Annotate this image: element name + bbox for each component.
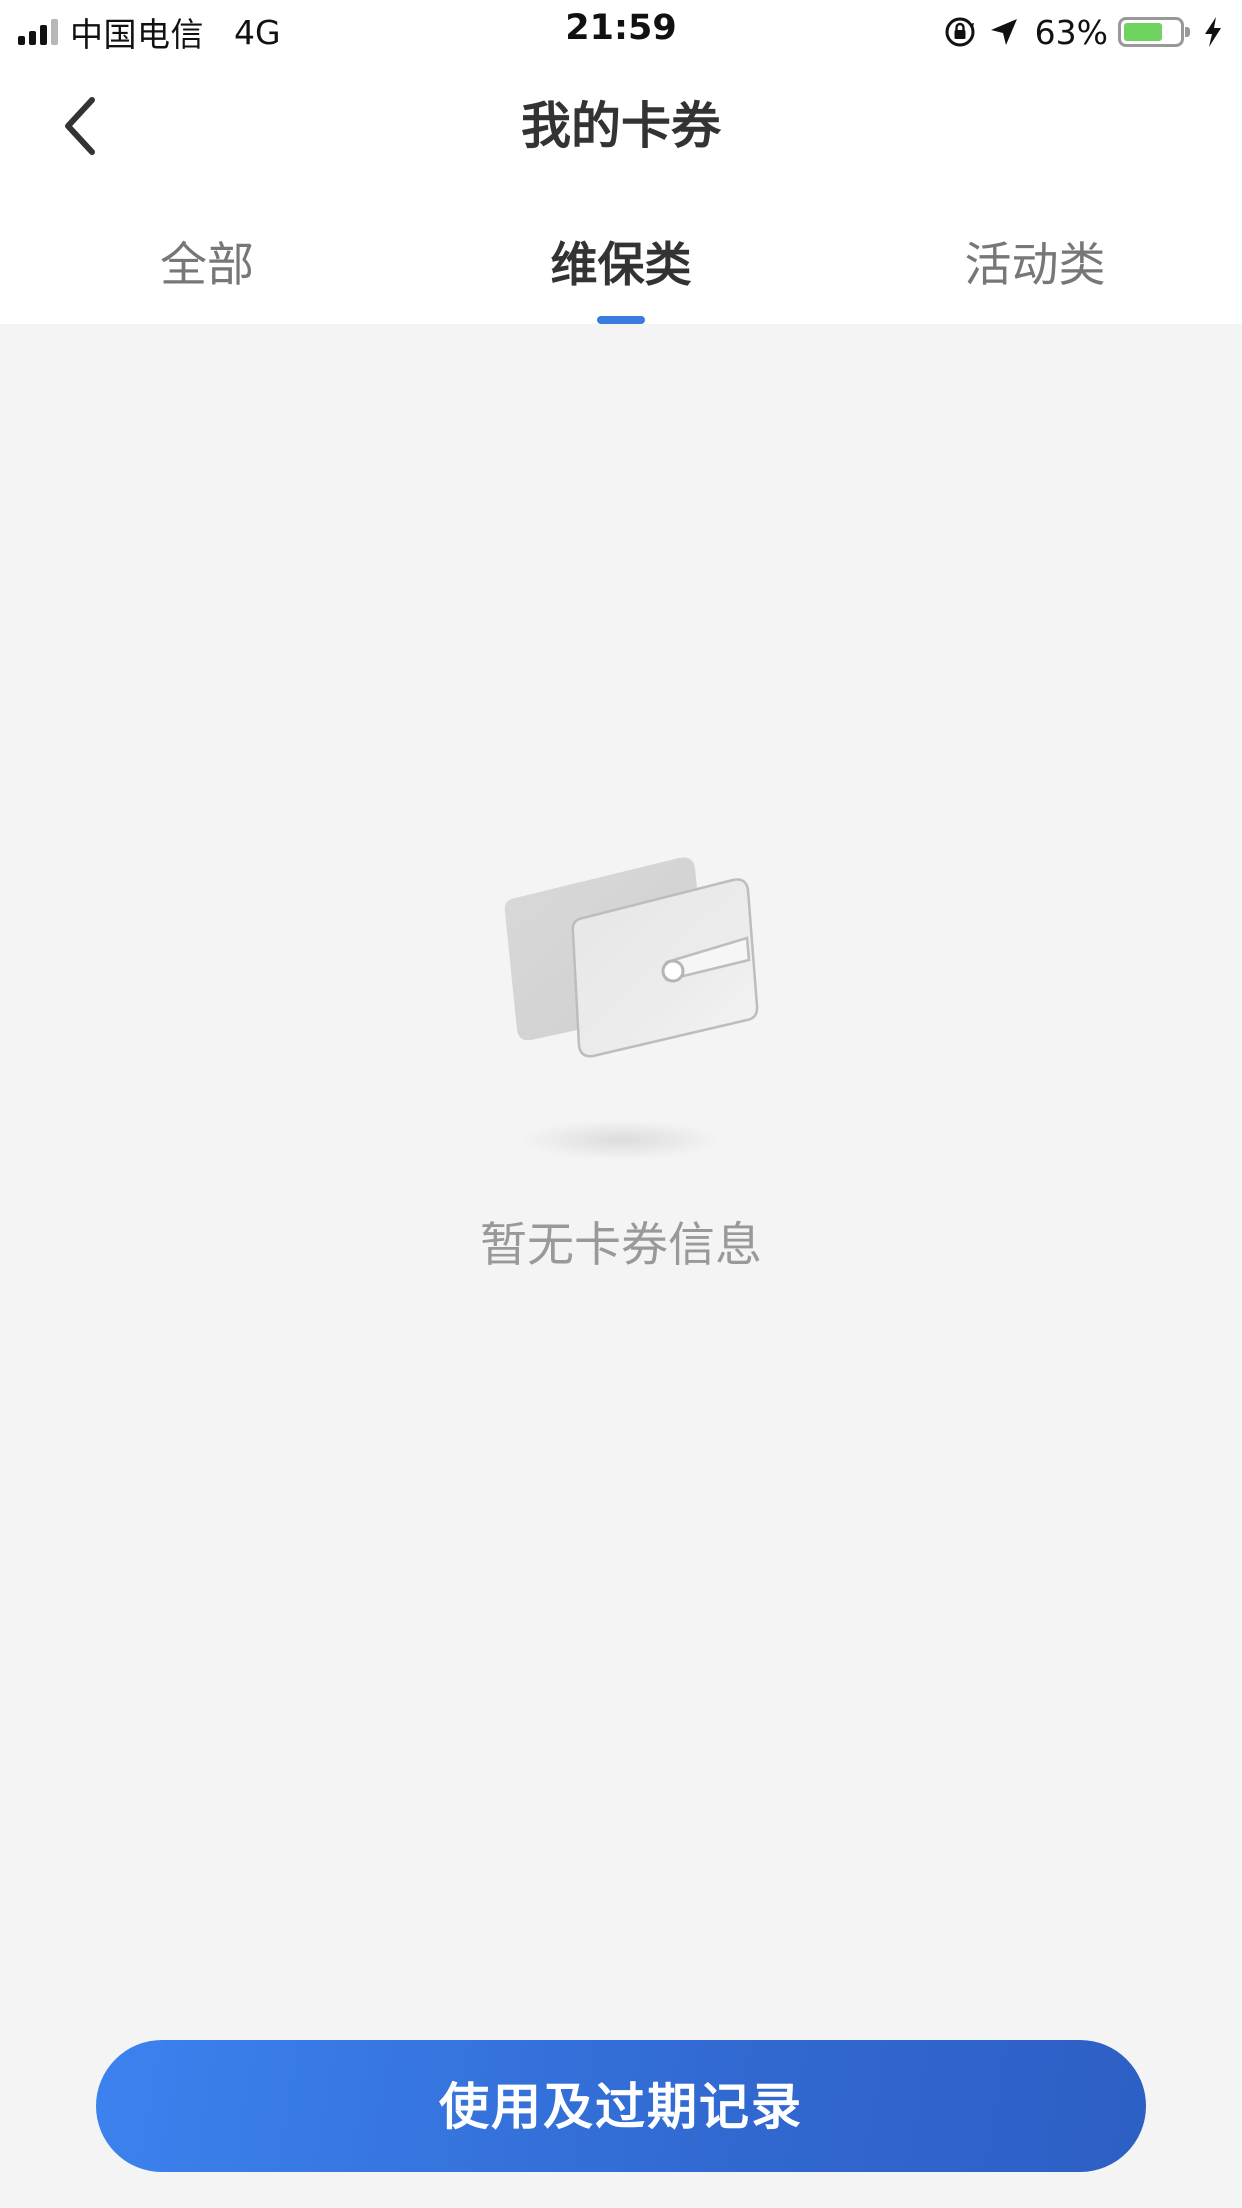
back-button[interactable] [40, 86, 120, 166]
tab-bar: 全部 维保类 活动类 [0, 188, 1242, 324]
tab-activity[interactable]: 活动类 [828, 188, 1242, 324]
orientation-lock-icon [945, 17, 975, 47]
usage-history-button[interactable]: 使用及过期记录 [96, 2040, 1146, 2172]
empty-message: 暂无卡券信息 [480, 1218, 762, 1273]
tab-all[interactable]: 全部 [0, 188, 414, 324]
tab-label: 活动类 [964, 238, 1106, 293]
nav-bar: 我的卡券 [0, 64, 1242, 188]
page-title: 我的卡券 [521, 97, 721, 155]
tab-label: 维保类 [550, 238, 692, 293]
empty-state: 暂无卡券信息 [0, 840, 1242, 1275]
battery-fill [1124, 23, 1162, 41]
battery-percent: 63% [1034, 12, 1108, 52]
active-tab-indicator [597, 316, 645, 324]
tab-label: 全部 [160, 238, 254, 293]
battery-icon [1118, 17, 1190, 47]
charging-bolt-icon [1205, 17, 1221, 47]
status-bar: 中国电信 4G 21:59 63% [0, 0, 1242, 64]
tab-maintenance[interactable]: 维保类 [414, 188, 828, 324]
chevron-left-icon [65, 97, 95, 155]
wallet-card-icon [504, 857, 759, 1160]
location-arrow-icon [990, 19, 1017, 45]
status-right: 63% [943, 10, 1224, 54]
